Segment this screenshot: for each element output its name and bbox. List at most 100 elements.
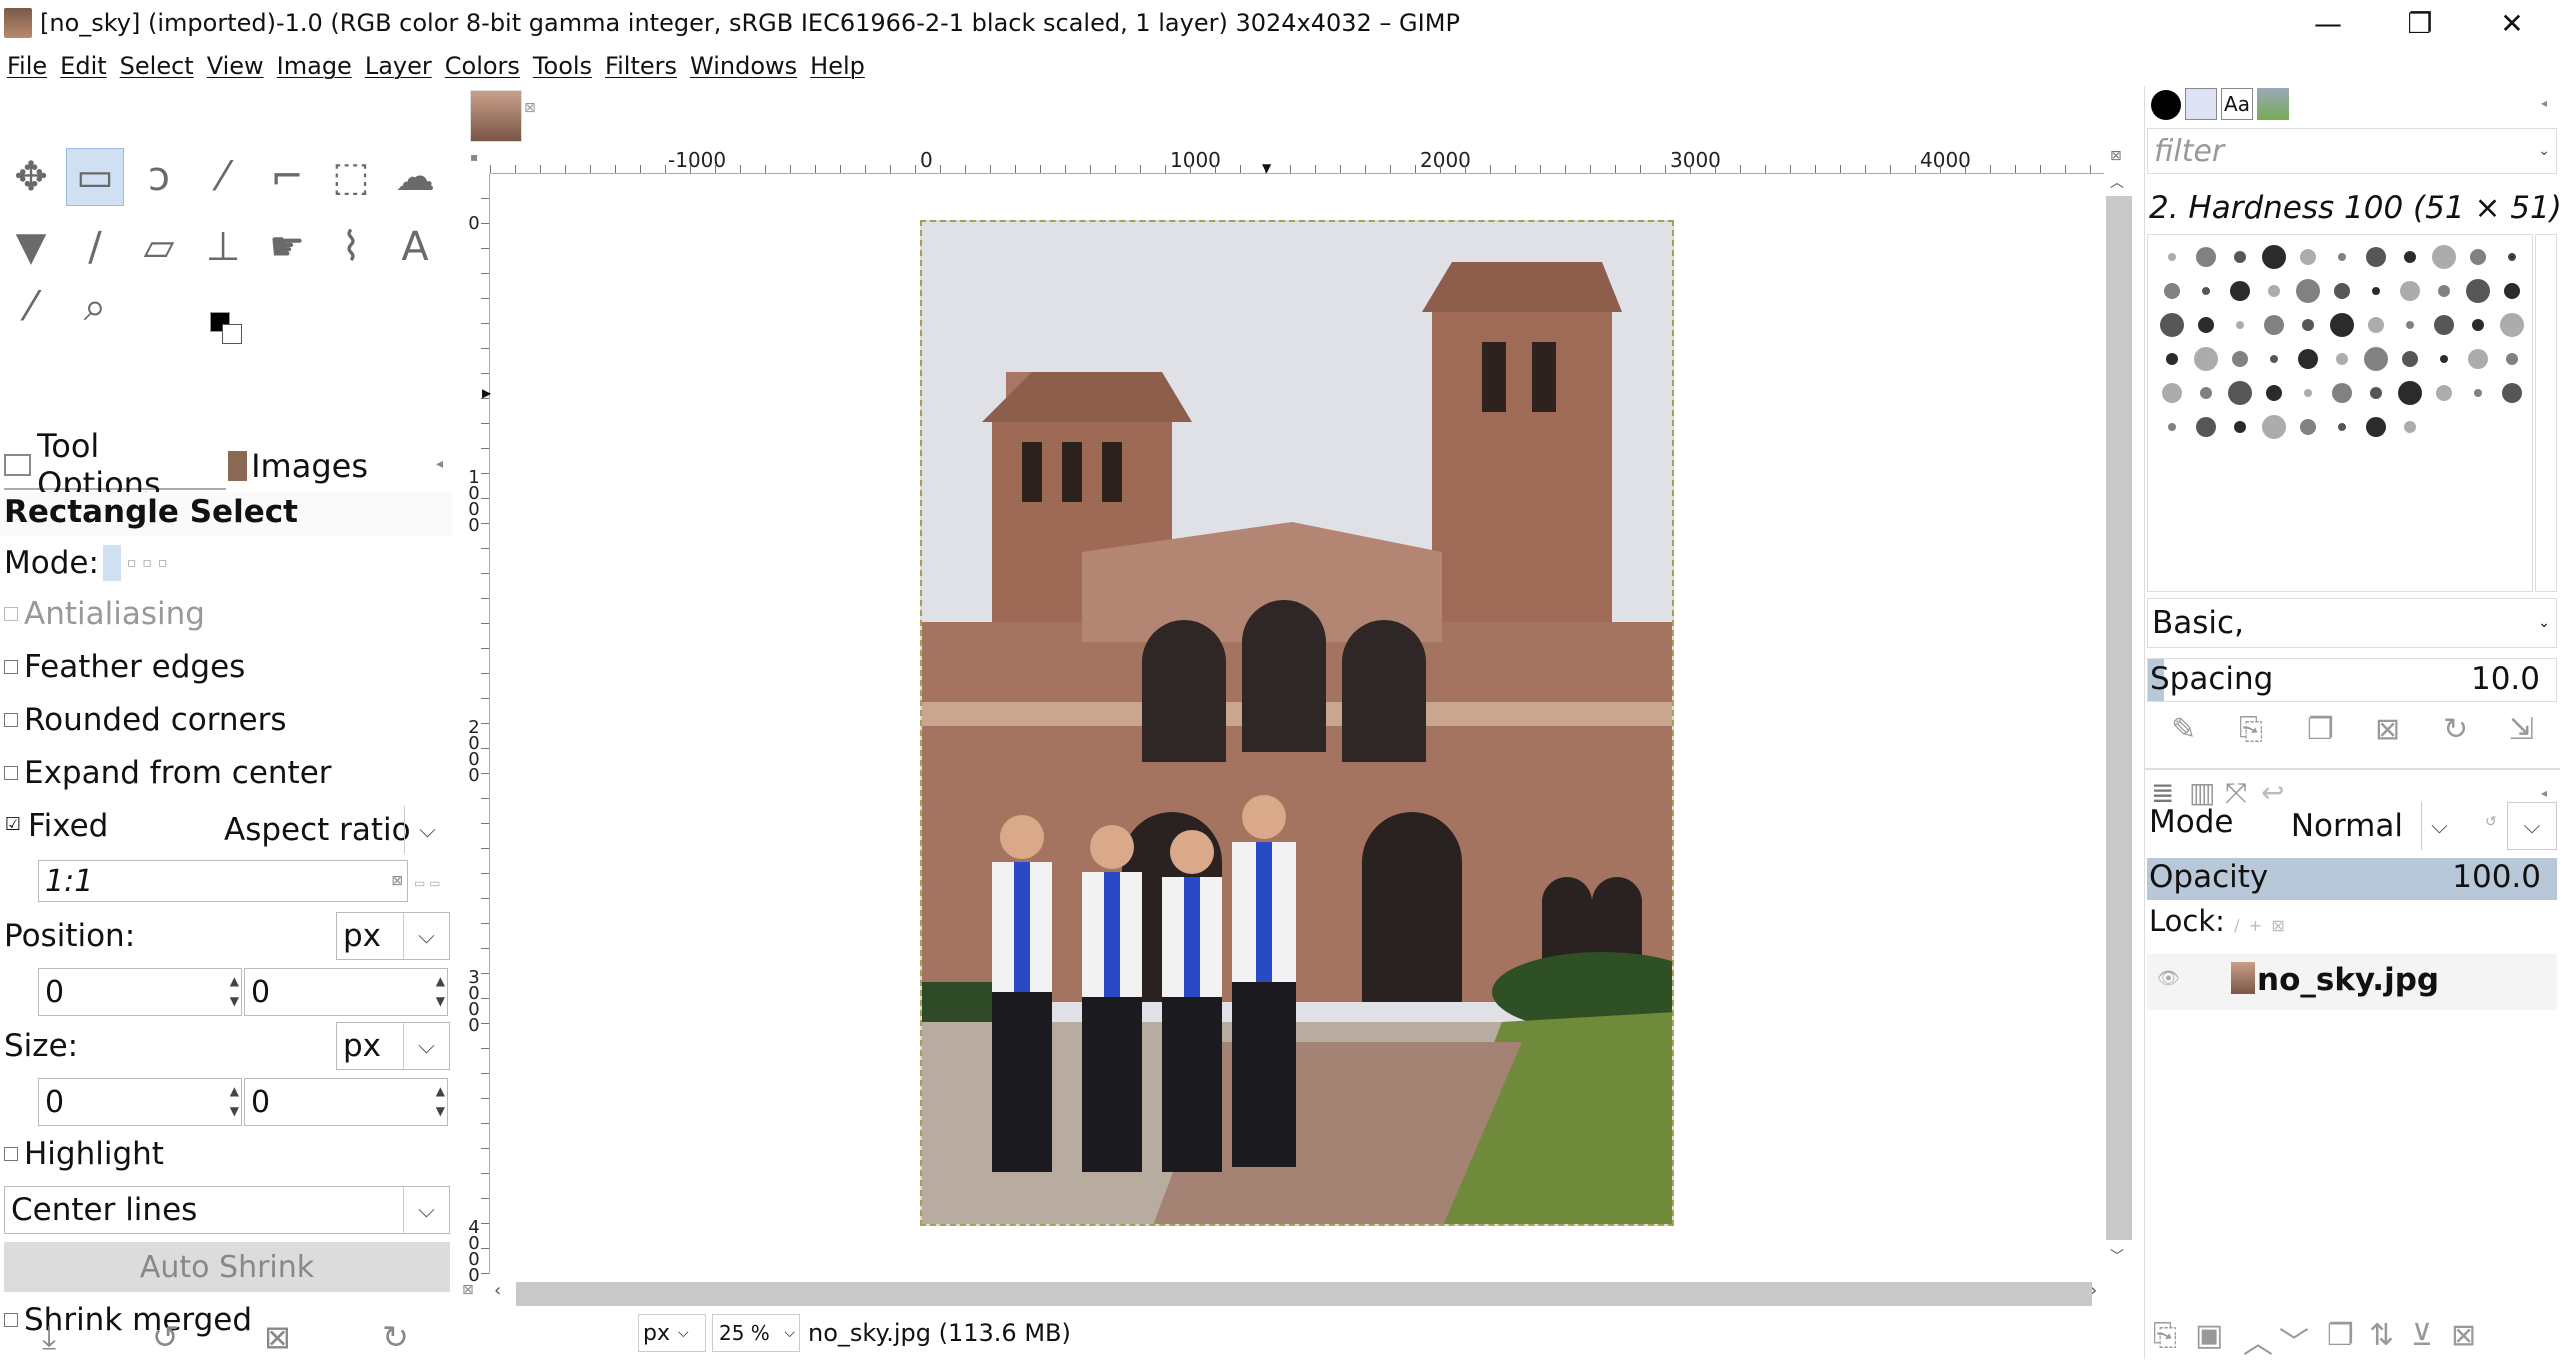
minimize-button[interactable]: — — [2282, 0, 2374, 46]
tab-menu-icon[interactable]: ◂ — [436, 456, 443, 472]
mode-subtract-icon[interactable]: ▫ — [142, 555, 152, 571]
clear-icon[interactable]: ⊠ — [391, 873, 403, 889]
smudge-tool-icon[interactable]: ☛ — [258, 218, 316, 276]
brush-thumbnail[interactable] — [2232, 351, 2248, 367]
paintbrush-tool-icon[interactable]: ∕ — [66, 218, 124, 276]
horizontal-scroll-thumb[interactable] — [516, 1282, 2092, 1306]
zoom-select[interactable]: 25 % ⌵ — [712, 1314, 800, 1352]
tab-images[interactable]: Images — [228, 442, 368, 490]
brush-preset-select[interactable]: Basic, ⌄ — [2147, 598, 2557, 648]
brush-thumbnail[interactable] — [2168, 423, 2176, 431]
zoom-follow-icon[interactable]: ⊠ — [2110, 148, 2122, 164]
spin-arrows-icon[interactable]: ▲ ▼ — [436, 971, 445, 1011]
brush-thumbnail[interactable] — [2506, 353, 2518, 365]
position-x-input[interactable]: 0 ▲ ▼ — [38, 968, 242, 1016]
brush-thumbnail[interactable] — [2440, 355, 2448, 363]
guides-select[interactable]: Center lines ⌵ — [4, 1186, 450, 1234]
bucket-fill-tool-icon[interactable]: ▼ — [2, 218, 60, 276]
lock-position-icon[interactable]: + — [2249, 916, 2262, 935]
mode-add-icon[interactable]: ▫ — [127, 555, 137, 571]
brush-filter-input[interactable]: filter ⌄ — [2147, 128, 2557, 174]
brush-thumbnail[interactable] — [2502, 383, 2522, 403]
free-select-tool-icon[interactable]: ↄ — [130, 148, 188, 206]
highlight-checkbox[interactable] — [4, 1147, 18, 1161]
portrait-icon[interactable]: ▭ ▭ — [414, 876, 441, 890]
layer-mode-select[interactable]: Normal ⌵ — [2245, 802, 2457, 850]
brush-grid-scrollbar[interactable] — [2535, 234, 2557, 592]
brushes-tab-icon[interactable] — [2151, 90, 2181, 120]
shrink-merged-checkbox[interactable] — [4, 1313, 18, 1327]
panel-menu-icon[interactable]: ◂ — [2541, 786, 2547, 800]
clone-tool-icon[interactable]: ⊥ — [194, 218, 252, 276]
vertical-scroll-thumb[interactable] — [2106, 196, 2132, 1240]
unified-transform-tool-icon[interactable]: ⬚ — [322, 148, 380, 206]
brush-thumbnail[interactable] — [2434, 315, 2454, 335]
brush-thumbnail[interactable] — [2332, 383, 2352, 403]
brush-thumbnail[interactable] — [2336, 353, 2348, 365]
antialiasing-checkbox[interactable] — [4, 607, 18, 621]
size-width-input[interactable]: 0 ▲ ▼ — [38, 1078, 242, 1126]
menu-view[interactable]: View — [200, 52, 270, 80]
brush-thumbnail[interactable] — [2504, 283, 2520, 299]
unit-select[interactable]: px ⌵ — [638, 1314, 706, 1352]
new-brush-icon[interactable]: ⎘ — [2239, 712, 2263, 747]
delete-layer-icon[interactable]: ⊠ — [2451, 1318, 2476, 1353]
brush-thumbnail[interactable] — [2298, 349, 2318, 369]
image-content[interactable] — [920, 220, 1674, 1226]
mode-reset-icon[interactable]: ↺ — [2485, 814, 2497, 830]
fonts-tab-icon[interactable]: Aa — [2221, 88, 2253, 120]
lower-layer-icon[interactable]: ﹀ — [2279, 1318, 2309, 1362]
brush-thumbnail[interactable] — [2404, 251, 2416, 263]
brush-thumbnail[interactable] — [2236, 321, 2244, 329]
spin-arrows-icon[interactable]: ▲ ▼ — [230, 1081, 239, 1121]
rounded-corners-checkbox[interactable] — [4, 713, 18, 727]
menu-colors[interactable]: Colors — [438, 52, 526, 80]
brush-thumbnail[interactable] — [2474, 389, 2482, 397]
brush-thumbnail[interactable] — [2370, 387, 2382, 399]
antialiasing-option[interactable]: Antialiasing — [4, 596, 205, 632]
scroll-up-icon[interactable]: ︿ — [2110, 172, 2124, 192]
lock-pixels-icon[interactable]: ∕ — [2234, 916, 2239, 935]
expand-from-center-checkbox[interactable] — [4, 766, 18, 780]
spacing-slider[interactable]: Spacing 10.0 — [2147, 658, 2557, 702]
fixed-checkbox[interactable]: ☑ — [4, 816, 22, 834]
brush-thumbnail[interactable] — [2436, 385, 2452, 401]
brush-thumbnail[interactable] — [2266, 385, 2282, 401]
menu-edit[interactable]: Edit — [53, 52, 112, 80]
brush-thumbnail[interactable] — [2398, 381, 2422, 405]
rounded-corners-option[interactable]: Rounded corners — [4, 702, 287, 738]
brush-thumbnail[interactable] — [2472, 319, 2484, 331]
mode-intersect-icon[interactable]: ▫ — [158, 555, 168, 571]
menu-image[interactable]: Image — [270, 52, 358, 80]
brush-thumbnail[interactable] — [2334, 283, 2350, 299]
new-layer-icon[interactable]: ⎘ — [2153, 1318, 2177, 1353]
spin-arrows-icon[interactable]: ▲ ▼ — [436, 1081, 445, 1121]
menu-filters[interactable]: Filters — [598, 52, 683, 80]
brush-thumbnail[interactable] — [2304, 389, 2312, 397]
brush-thumbnail[interactable] — [2234, 421, 2246, 433]
brush-thumbnail[interactable] — [2364, 347, 2388, 371]
brush-thumbnail[interactable] — [2466, 279, 2490, 303]
delete-options-icon[interactable]: ⊠ — [264, 1318, 291, 1356]
scroll-left-icon[interactable]: ‹ — [494, 1280, 501, 1301]
brush-thumbnail[interactable] — [2198, 317, 2214, 333]
restore-button[interactable]: ❐ — [2374, 0, 2466, 46]
eraser-tool-icon[interactable]: ▱ — [130, 218, 188, 276]
reset-options-icon[interactable]: ↻ — [382, 1318, 409, 1356]
brush-thumbnail[interactable] — [2372, 287, 2380, 295]
brush-thumbnail[interactable] — [2470, 249, 2486, 265]
close-button[interactable]: ✕ — [2466, 0, 2558, 46]
background-color-swatch[interactable] — [222, 324, 242, 344]
brush-thumbnail[interactable] — [2264, 315, 2284, 335]
brush-grid[interactable] — [2147, 234, 2533, 592]
highlight-option[interactable]: Highlight — [4, 1136, 164, 1172]
brush-thumbnail[interactable] — [2168, 253, 2176, 261]
size-height-input[interactable]: 0 ▲ ▼ — [244, 1078, 448, 1126]
restore-options-icon[interactable]: ↺ — [152, 1318, 179, 1356]
brush-thumbnail[interactable] — [2296, 279, 2320, 303]
brush-thumbnail[interactable] — [2202, 287, 2210, 295]
brush-thumbnail[interactable] — [2300, 419, 2316, 435]
vertical-ruler[interactable]: 0 1000 2000 3000 4000 ▶ — [462, 174, 491, 1285]
delete-brush-icon[interactable]: ⊠ — [2375, 712, 2400, 747]
brush-thumbnail[interactable] — [2508, 253, 2516, 261]
